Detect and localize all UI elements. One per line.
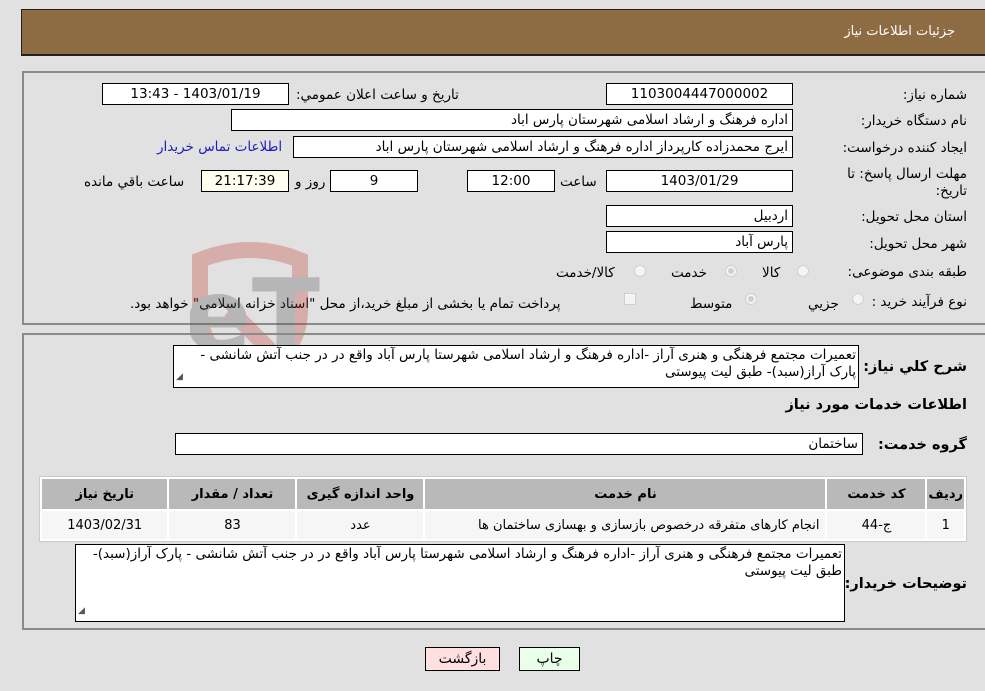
requester-label: ایجاد کننده درخواست: bbox=[842, 140, 967, 156]
process-option-medium: متوسط bbox=[690, 296, 733, 312]
back-button[interactable]: بازگشت bbox=[425, 647, 500, 671]
city-label: شهر محل تحویل: bbox=[869, 236, 967, 252]
col-unit: واحد اندازه گیری bbox=[297, 479, 424, 509]
announce-datetime-field: 1403/01/19 - 13:43 bbox=[102, 83, 289, 105]
need-number-field: 1103004447000002 bbox=[606, 83, 793, 105]
buyer-notes-label: توضیحات خریدار: bbox=[844, 576, 967, 592]
col-service-code: کد خدمت bbox=[827, 479, 926, 509]
col-row-number: ردیف bbox=[927, 479, 964, 509]
page-title: جزئیات اطلاعات نیاز bbox=[844, 24, 955, 39]
deadline-label: مهلت ارسال پاسخ: تا bbox=[847, 166, 967, 182]
category-label: طبقه بندی موضوعی: bbox=[847, 264, 967, 280]
print-button[interactable]: چاپ bbox=[519, 647, 580, 671]
col-service-name: نام خدمت bbox=[425, 479, 826, 509]
deadline-time-field: 12:00 bbox=[467, 170, 555, 192]
resize-grip-icon[interactable]: ◢ bbox=[176, 369, 183, 386]
services-heading: اطلاعات خدمات مورد نیاز bbox=[785, 397, 967, 413]
col-quantity: تعداد / مقدار bbox=[169, 479, 296, 509]
service-group-label: گروه خدمت: bbox=[877, 437, 967, 453]
process-radio-minor[interactable] bbox=[852, 293, 864, 305]
days-label: روز و bbox=[295, 174, 326, 190]
summary-label: شرح کلي نیاز: bbox=[863, 359, 967, 375]
cell-quantity: 83 bbox=[169, 511, 296, 539]
city-field: پارس آباد bbox=[606, 231, 793, 253]
summary-textarea[interactable]: تعمیرات مجتمع فرهنگی و هنری آراز -اداره … bbox=[173, 345, 859, 388]
buyer-contact-link[interactable]: اطلاعات تماس خریدار bbox=[157, 139, 282, 155]
category-option-service: خدمت bbox=[671, 265, 707, 281]
table-row: 1 ج-44 انجام کارهای متفرقه درخصوص بازساز… bbox=[42, 511, 964, 539]
category-radio-goods-service[interactable] bbox=[634, 265, 646, 277]
deadline-time-label: ساعت bbox=[560, 174, 597, 190]
remaining-time-field: 21:17:39 bbox=[201, 170, 289, 192]
buyer-org-label: نام دستگاه خریدار: bbox=[860, 113, 967, 129]
buyer-org-field: اداره فرهنگ و ارشاد اسلامی شهرستان پارس … bbox=[231, 109, 793, 131]
remaining-days-field: 9 bbox=[330, 170, 418, 192]
category-radio-service[interactable] bbox=[725, 265, 737, 277]
buyer-notes-textarea[interactable]: تعمیرات مجتمع فرهنگی و هنری آراز -اداره … bbox=[75, 544, 845, 622]
resize-grip-icon[interactable]: ◢ bbox=[78, 603, 85, 620]
summary-text: تعمیرات مجتمع فرهنگی و هنری آراز -اداره … bbox=[200, 347, 856, 380]
province-field: اردبیل bbox=[606, 205, 793, 227]
process-label: نوع فرآیند خرید : bbox=[871, 294, 967, 310]
cell-service-code: ج-44 bbox=[827, 511, 926, 539]
col-need-date: تاریخ نیاز bbox=[42, 479, 168, 509]
cell-unit: عدد bbox=[297, 511, 424, 539]
announce-datetime-label: تاریخ و ساعت اعلان عمومي: bbox=[296, 87, 459, 103]
buyer-notes-text: تعمیرات مجتمع فرهنگی و هنری آراز -اداره … bbox=[92, 546, 842, 579]
category-radio-goods[interactable] bbox=[797, 265, 809, 277]
cell-service-name: انجام کارهای متفرقه درخصوص بازسازی و بهس… bbox=[425, 511, 826, 539]
category-option-goods-service: کالا/خدمت bbox=[556, 265, 615, 281]
deadline-label-date: تاریخ: bbox=[935, 183, 967, 199]
deadline-date-field: 1403/01/29 bbox=[606, 170, 793, 192]
treasury-checkbox[interactable] bbox=[624, 293, 636, 305]
need-number-label: شماره نیاز: bbox=[902, 87, 967, 103]
services-table: ردیف کد خدمت نام خدمت واحد اندازه گیری ت… bbox=[39, 476, 967, 542]
province-label: استان محل تحویل: bbox=[861, 209, 967, 225]
process-option-minor: جزيي bbox=[808, 296, 839, 312]
cell-row-number: 1 bbox=[927, 511, 964, 539]
remaining-time-label: ساعت باقي مانده bbox=[84, 174, 185, 190]
requester-field: ایرج محمدزاده کارپرداز اداره فرهنگ و ارش… bbox=[293, 136, 793, 158]
table-header-row: ردیف کد خدمت نام خدمت واحد اندازه گیری ت… bbox=[42, 479, 964, 509]
treasury-note: پرداخت تمام یا بخشی از مبلغ خرید،از محل … bbox=[130, 296, 561, 312]
page-header: جزئیات اطلاعات نیاز bbox=[21, 9, 985, 56]
category-option-goods: کالا bbox=[762, 265, 781, 281]
process-radio-medium[interactable] bbox=[745, 293, 757, 305]
service-group-field: ساختمان bbox=[175, 433, 863, 455]
cell-need-date: 1403/02/31 bbox=[42, 511, 168, 539]
